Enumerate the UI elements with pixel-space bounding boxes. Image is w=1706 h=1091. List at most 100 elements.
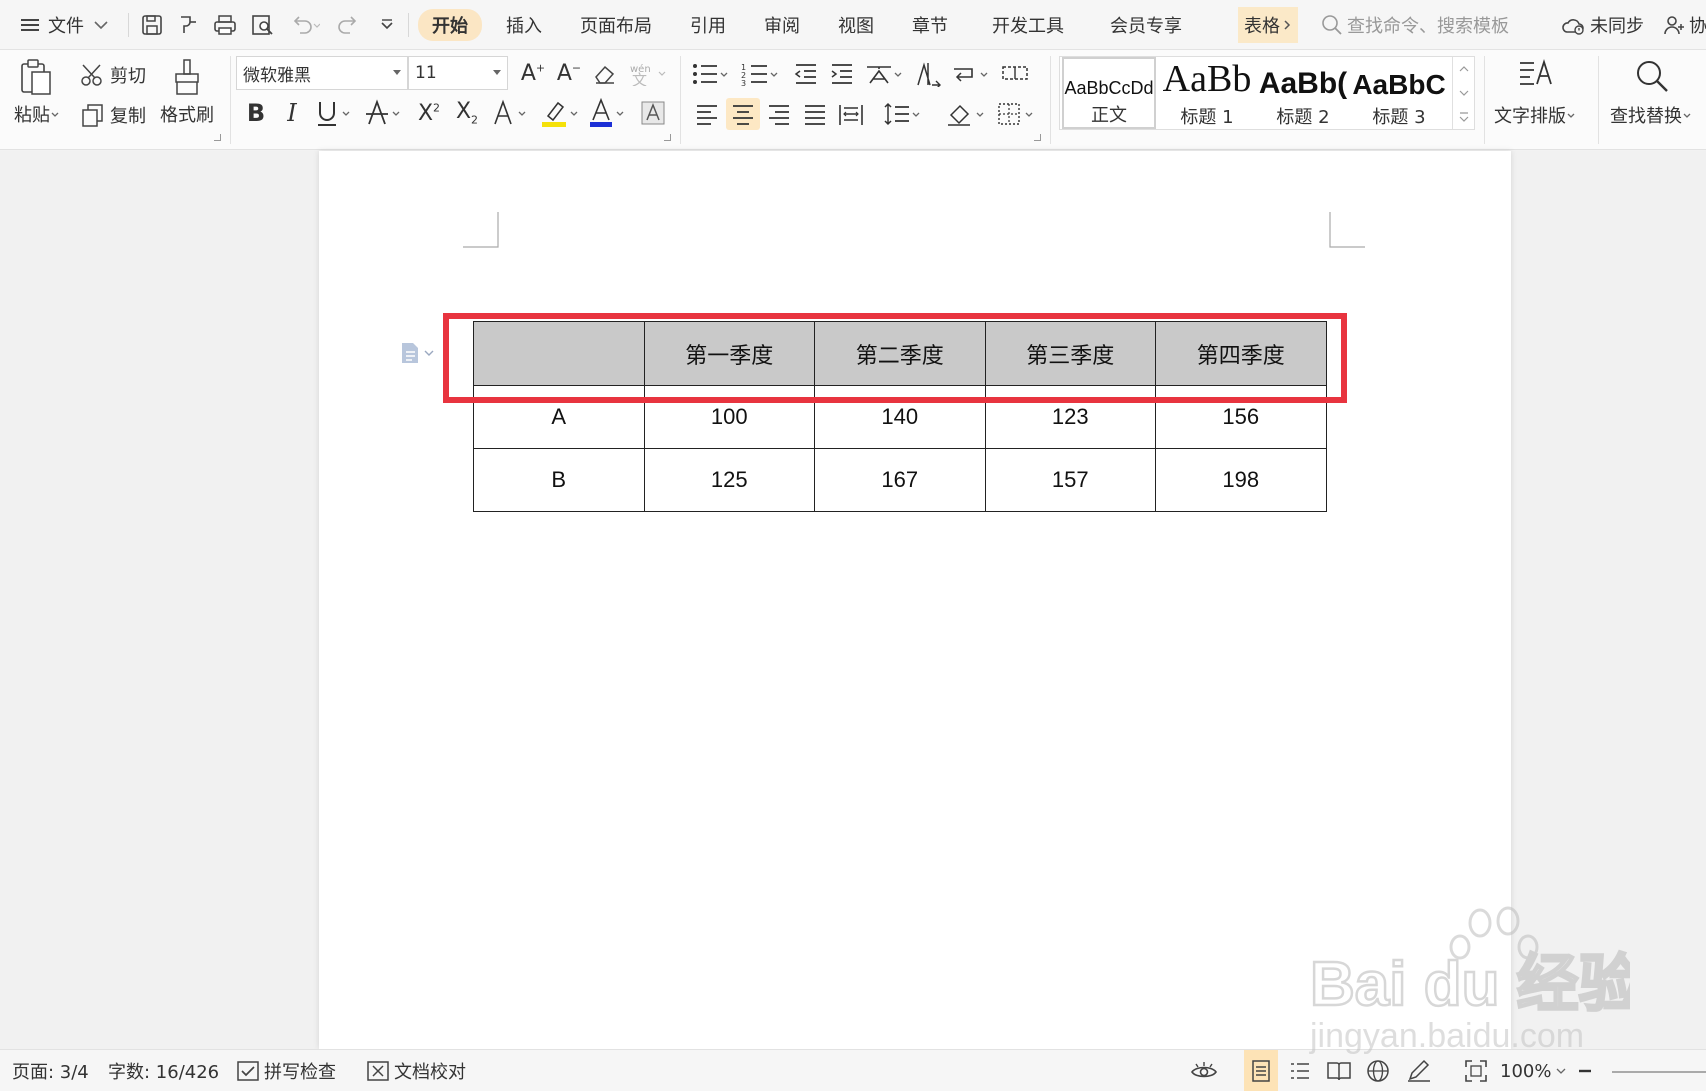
write-mode-button[interactable] [1406, 1050, 1432, 1091]
dialog-launcher[interactable] [214, 134, 221, 141]
undo-button[interactable] [290, 0, 320, 50]
paste-button[interactable] [14, 58, 58, 98]
command-search-input[interactable]: 查找命令、搜索模板 [1347, 12, 1509, 38]
format-painter-label-button[interactable]: 格式刷 [160, 100, 214, 128]
text-effect-button[interactable] [488, 96, 532, 130]
find-replace-label-button[interactable]: 查找替换 [1610, 100, 1692, 130]
tab-insert[interactable]: 插入 [506, 0, 542, 50]
numbered-list-button[interactable]: 123 [740, 58, 780, 90]
word-count[interactable]: 字数: 16/426 [108, 1050, 219, 1091]
line-spacing-button[interactable] [880, 98, 924, 130]
grow-font-button[interactable]: A+ [518, 58, 548, 88]
export-button[interactable] [176, 0, 200, 50]
tab-developer[interactable]: 开发工具 [992, 0, 1064, 50]
tab-review[interactable]: 审阅 [764, 0, 800, 50]
superscript-button[interactable]: X2 [412, 96, 446, 130]
web-view-button[interactable] [1366, 1050, 1390, 1091]
reading-view-button[interactable] [1326, 1050, 1352, 1091]
distribute-button[interactable] [834, 98, 868, 130]
highlight-button[interactable] [538, 96, 582, 130]
phonetic-guide-button[interactable]: wén 文 [626, 58, 670, 88]
bold-button[interactable]: B [242, 96, 270, 130]
dropdown-arrow-icon [1683, 113, 1691, 118]
clear-format-button[interactable] [590, 58, 620, 88]
justify-button[interactable] [798, 98, 832, 130]
tab-table-tools[interactable]: 表格 [1238, 7, 1298, 43]
redo-button[interactable] [336, 0, 360, 50]
page-indicator[interactable]: 页面: 3/4 [12, 1050, 89, 1091]
outline-view-button[interactable] [1288, 1050, 1312, 1091]
align-right-button[interactable] [762, 98, 796, 130]
file-menu-button[interactable]: 文件 [18, 0, 110, 50]
borders-button[interactable] [994, 98, 1038, 130]
table-cell[interactable]: 125 [643, 448, 815, 512]
bullet-list-button[interactable] [690, 58, 730, 90]
gallery-scroll-icons[interactable] [1453, 57, 1475, 129]
style-heading-1[interactable]: AaBb 标题 1 [1160, 57, 1254, 129]
zoom-slider[interactable] [1612, 1071, 1706, 1073]
copy-button[interactable]: 复制 [80, 100, 146, 130]
text-layout-button[interactable] [1496, 56, 1576, 96]
style-heading-3[interactable]: AaBbC 标题 3 [1352, 57, 1446, 129]
sync-status-button[interactable]: 未同步 [1560, 0, 1644, 50]
font-size-select[interactable]: 11 [408, 56, 508, 90]
dialog-launcher[interactable] [1034, 134, 1041, 141]
command-search[interactable]: 查找命令、搜索模板 [1320, 0, 1509, 50]
subscript-button[interactable]: X2 [450, 96, 484, 130]
table-cell[interactable]: 167 [814, 448, 986, 512]
tab-start[interactable]: 开始 [418, 9, 482, 41]
margin-corner-top-right [1329, 212, 1365, 248]
zoom-level-select[interactable]: 100% [1500, 1050, 1567, 1091]
table-cell[interactable]: 198 [1155, 448, 1327, 512]
tab-view[interactable]: 视图 [838, 0, 874, 50]
find-replace-label: 查找替换 [1610, 106, 1682, 127]
print-button[interactable] [212, 0, 238, 50]
cut-button[interactable]: 剪切 [80, 60, 146, 90]
collaborate-button[interactable]: 协 [1662, 0, 1706, 50]
document-area[interactable]: 第一季度 第二季度 第三季度 第四季度 A 100 140 123 156 B … [0, 151, 1706, 1049]
text-direction-button[interactable] [912, 58, 944, 90]
fit-page-button[interactable] [1464, 1050, 1488, 1091]
proofread-button[interactable]: 文档校对 [366, 1050, 466, 1091]
italic-button[interactable]: I [278, 96, 306, 130]
table-cell[interactable]: 157 [984, 448, 1156, 512]
chinese-layout-button[interactable] [862, 58, 906, 90]
font-color-button[interactable] [586, 96, 630, 130]
tab-member[interactable]: 会员专享 [1110, 0, 1182, 50]
align-center-button[interactable] [726, 98, 760, 130]
find-replace-button[interactable] [1610, 56, 1694, 96]
font-name-select[interactable]: 微软雅黑 [236, 56, 408, 90]
eye-protection-button[interactable] [1190, 1050, 1218, 1091]
table-cell[interactable]: B [473, 448, 645, 512]
customize-quick-access-button[interactable] [378, 0, 396, 50]
dialog-launcher[interactable] [664, 134, 671, 141]
strikethrough-button[interactable] [362, 96, 406, 130]
underline-button[interactable] [312, 96, 356, 130]
tab-references[interactable]: 引用 [690, 0, 726, 50]
page-view-button[interactable] [1244, 1050, 1278, 1091]
table-tab-stops-button[interactable] [998, 58, 1032, 90]
decrease-indent-button[interactable] [790, 58, 822, 90]
save-button[interactable] [140, 0, 164, 50]
character-shading-button[interactable] [636, 96, 670, 130]
chinese-layout-icon [867, 66, 902, 84]
zoom-out-button[interactable] [1576, 1050, 1594, 1091]
increase-indent-button[interactable] [826, 58, 858, 90]
tab-chapter[interactable]: 章节 [912, 0, 948, 50]
style-normal[interactable]: AaBbCcDd 正文 [1062, 57, 1156, 129]
document-page[interactable]: 第一季度 第二季度 第三季度 第四季度 A 100 140 123 156 B … [319, 151, 1511, 1049]
shading-button[interactable] [944, 98, 988, 130]
divider [1484, 56, 1485, 144]
format-painter-button[interactable] [162, 58, 212, 98]
shrink-font-button[interactable]: A− [554, 58, 584, 88]
align-left-button[interactable] [690, 98, 724, 130]
paste-label-button[interactable]: 粘贴 [14, 100, 60, 128]
print-preview-button[interactable] [250, 0, 276, 50]
text-layout-label-button[interactable]: 文字排版 [1494, 100, 1576, 130]
spell-check-button[interactable]: 拼写检查 [236, 1050, 336, 1091]
style-name: 正文 [1091, 105, 1127, 126]
style-heading-2[interactable]: AaBb( 标题 2 [1256, 57, 1350, 129]
paragraph-handle[interactable] [399, 341, 435, 365]
tab-page-layout[interactable]: 页面布局 [580, 0, 652, 50]
line-break-button[interactable] [948, 58, 992, 90]
